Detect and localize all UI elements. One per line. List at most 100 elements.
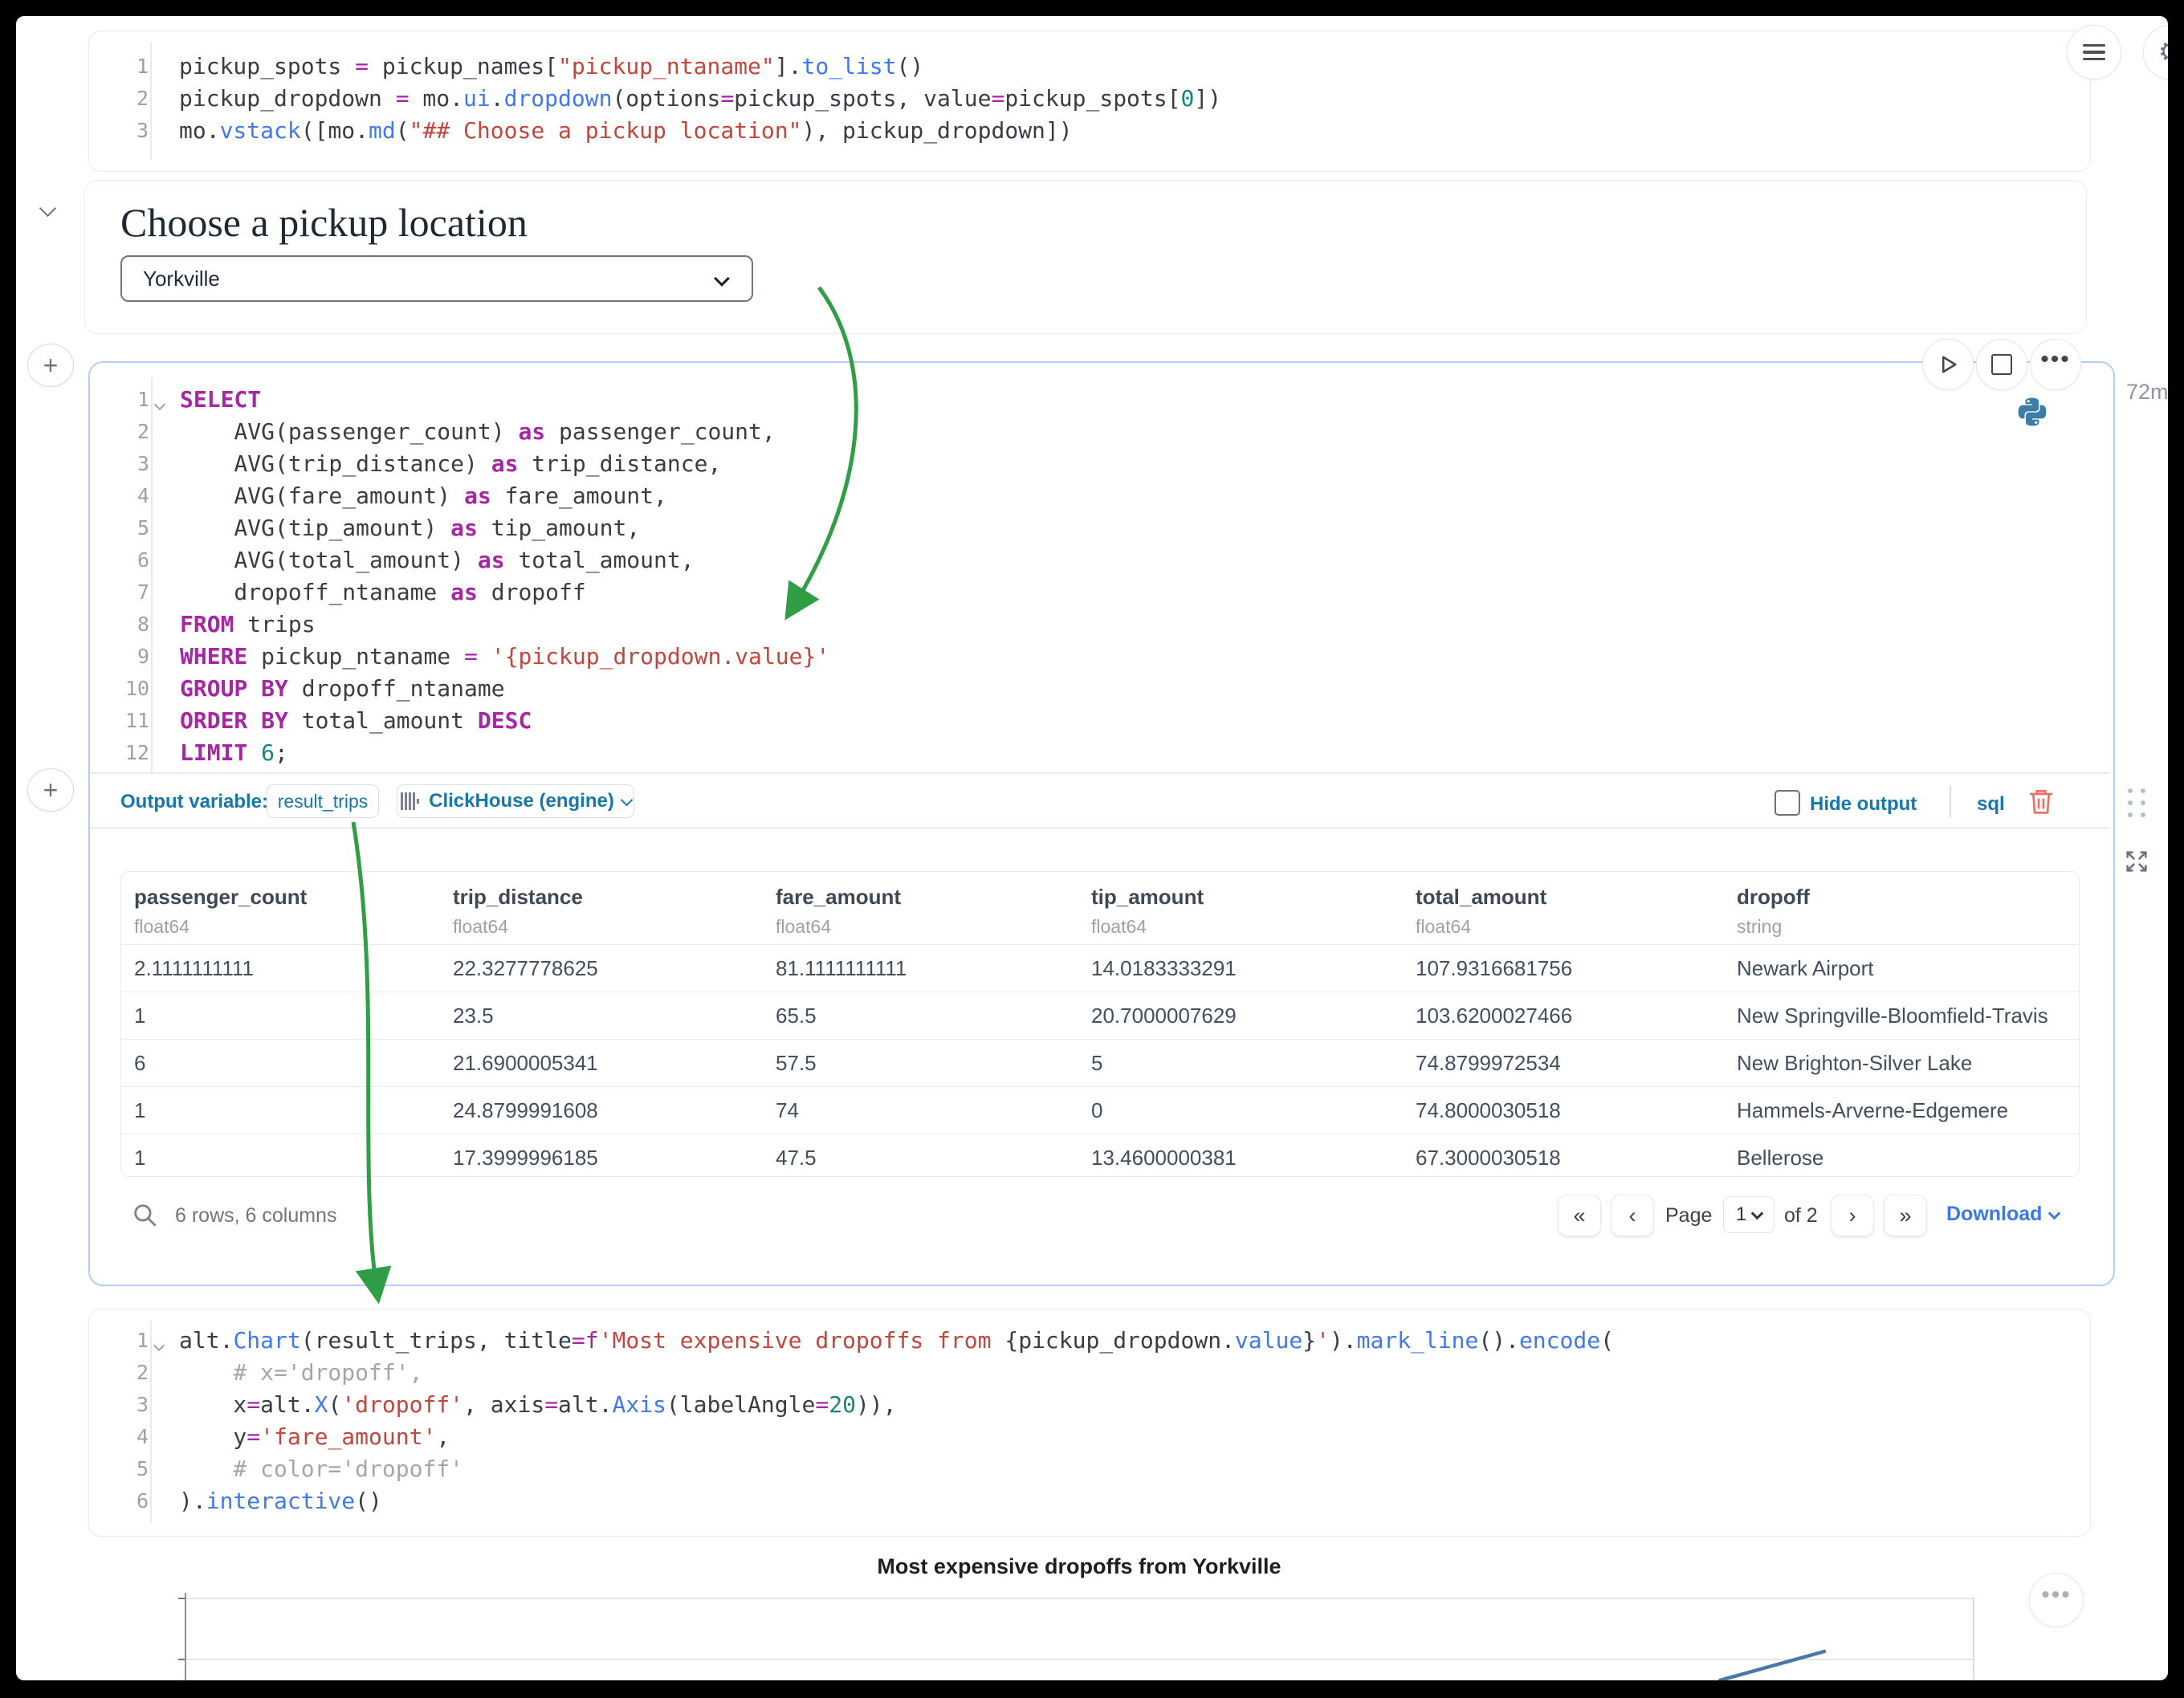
delete-cell-button[interactable] [2027,787,2056,820]
pickup-location-dropdown[interactable]: Yorkville [120,255,753,302]
screen-frame [0,1680,2184,1698]
table-cell: 23.5 [440,992,763,1040]
code-line[interactable]: 4 AVG(fare_amount) as fare_amount, [90,479,2113,511]
column-header-total_amount[interactable]: total_amountfloat64 [1403,872,1724,945]
code-editor[interactable]: 1alt.Chart(result_trips, title=f'Most ex… [89,1309,2090,1517]
table-cell: 74.8799972534 [1403,1040,1724,1087]
code-text: alt.Chart(result_trips, title=f'Most exp… [165,1327,1614,1354]
menu-button[interactable] [2067,25,2121,79]
code-line[interactable]: 3 x=alt.X('dropoff', axis=alt.Axis(label… [89,1388,2090,1420]
divider [90,772,2110,774]
line-number: 5 [89,1457,165,1480]
code-line[interactable]: 6).interactive() [89,1484,2090,1517]
download-button[interactable]: Download [1946,1203,2059,1226]
code-line[interactable]: 1alt.Chart(result_trips, title=f'Most ex… [89,1324,2090,1356]
python-logo-icon [2017,397,2048,431]
column-header-tip_amount[interactable]: tip_amountfloat64 [1078,872,1403,945]
results-table[interactable]: passenger_countfloat64trip_distancefloat… [120,871,2080,1177]
download-label: Download [1946,1203,2042,1226]
chart-code-cell[interactable]: 1alt.Chart(result_trips, title=f'Most ex… [88,1309,2091,1537]
table-cell: 14.0183333291 [1078,945,1403,992]
cell-more-options-button[interactable]: ••• [2030,339,2081,390]
line-number: 6 [90,548,165,572]
column-header-dropoff[interactable]: dropoffstring [1724,872,2080,945]
engine-selector[interactable]: ClickHouse (engine) [397,784,634,818]
first-page-button[interactable]: « [1558,1195,1601,1236]
line-number: 3 [89,119,165,142]
code-line[interactable]: 3 AVG(trip_distance) as trip_distance, [90,447,2113,479]
code-line[interactable]: 6 AVG(total_amount) as total_amount, [90,544,2113,576]
table-cell: 103.6200027466 [1403,992,1724,1040]
add-cell-above-button[interactable]: + [27,344,74,387]
run-cell-button[interactable] [1922,339,1974,390]
fold-chevron-icon[interactable] [153,1339,165,1350]
last-page-button[interactable]: » [1884,1195,1927,1236]
code-line[interactable]: 2 # x='dropoff', [89,1356,2090,1388]
code-line[interactable]: 2pickup_dropdown = mo.ui.dropdown(option… [89,82,2090,114]
table-cell: 13.4600000381 [1078,1134,1403,1178]
code-text: WHERE pickup_ntaname = '{pickup_dropdown… [165,643,829,670]
code-line[interactable]: 10GROUP BY dropoff_ntaname [90,672,2113,704]
code-text: ).interactive() [165,1488,382,1514]
stop-cell-button[interactable] [1976,339,2027,390]
column-header-trip_distance[interactable]: trip_distancefloat64 [440,872,763,945]
code-text: dropoff_ntaname as dropoff [165,579,586,605]
table-row[interactable]: 123.565.520.7000007629103.6200027466New … [121,992,2080,1040]
table-cell: 1 [121,1087,440,1134]
fold-chevron-icon[interactable] [154,398,165,409]
language-toggle[interactable]: sql [1977,793,2005,816]
code-line[interactable]: 9WHERE pickup_ntaname = '{pickup_dropdow… [90,640,2113,672]
page-select[interactable]: 1 [1723,1196,1774,1233]
output-variable-name[interactable]: result_trips [267,784,379,818]
column-name: passenger_count [134,885,440,910]
code-line[interactable]: 4 y='fare_amount', [89,1420,2090,1452]
code-text: GROUP BY dropoff_ntaname [165,675,505,702]
code-text: AVG(passenger_count) as passenger_count, [165,418,776,445]
expand-cell-button[interactable] [2123,848,2150,879]
code-text: pickup_spots = pickup_names["pickup_ntan… [165,53,923,79]
code-editor[interactable]: 1pickup_spots = pickup_names["pickup_nta… [89,31,2090,146]
table-cell: 24.8799991608 [440,1087,763,1134]
table-cell: 17.3999996185 [440,1134,763,1178]
table-cell: 1 [121,992,440,1040]
code-line[interactable]: 11ORDER BY total_amount DESC [90,704,2113,736]
chart-more-options-button[interactable]: ••• [2029,1573,2084,1627]
add-cell-below-button[interactable]: + [27,768,74,812]
chart-title: Most expensive dropoffs from Yorkville [477,1554,1681,1579]
code-line[interactable]: 12LIMIT 6; [90,736,2113,768]
previous-page-button[interactable]: ‹ [1611,1195,1654,1236]
code-line[interactable]: 5 # color='dropoff' [89,1452,2090,1484]
column-header-passenger_count[interactable]: passenger_countfloat64 [121,872,440,945]
chevron-down-icon [621,793,634,806]
table-row[interactable]: 2.111111111122.327777862581.111111111114… [121,945,2080,992]
column-name: tip_amount [1091,885,1403,910]
code-line[interactable]: 8FROM trips [90,608,2113,640]
cell-drag-handle[interactable] [2128,788,2149,817]
hide-output-checkbox[interactable] [1774,790,1800,816]
y-axis-tick [178,1598,185,1599]
code-line[interactable]: 7 dropoff_ntaname as dropoff [90,576,2113,608]
line-number: 2 [90,420,165,443]
next-page-button[interactable]: › [1831,1195,1874,1236]
code-cell-dropdown-setup[interactable]: 1pickup_spots = pickup_names["pickup_nta… [88,31,2091,172]
search-icon[interactable] [131,1201,158,1232]
column-type: float64 [1091,910,1403,938]
table-row[interactable]: 117.399999618547.513.460000038167.300003… [121,1134,2080,1178]
code-line[interactable]: 1pickup_spots = pickup_names["pickup_nta… [89,50,2090,82]
code-line[interactable]: 2 AVG(passenger_count) as passenger_coun… [90,415,2113,447]
code-text: AVG(trip_distance) as trip_distance, [165,450,721,477]
output-variable-label: Output variable: [120,791,268,813]
table-row[interactable]: 124.879999160874074.8000030518Hammels-Ar… [121,1087,2080,1134]
table-cell: 21.6900005341 [440,1040,763,1087]
code-line[interactable]: 1SELECT [90,383,2113,415]
table-row[interactable]: 621.690000534157.5574.8799972534New Brig… [121,1040,2080,1087]
y-axis-line [185,1593,186,1680]
code-line[interactable]: 5 AVG(tip_amount) as tip_amount, [90,511,2113,544]
column-header-fare_amount[interactable]: fare_amountfloat64 [763,872,1078,945]
code-line[interactable]: 3mo.vstack([mo.md("## Choose a pickup lo… [89,114,2090,146]
sql-editor[interactable]: 1SELECT2 AVG(passenger_count) as passeng… [90,363,2113,768]
page-count-label: of 2 [1784,1204,1818,1228]
table-cell: 57.5 [763,1040,1078,1087]
table-cell: 0 [1078,1087,1403,1134]
line-number: 4 [90,484,165,507]
